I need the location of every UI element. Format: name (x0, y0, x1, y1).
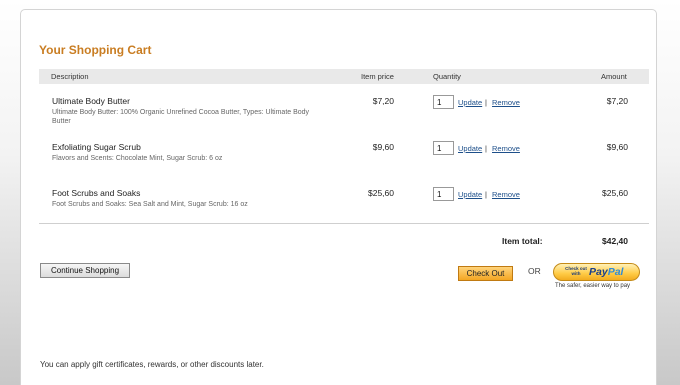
update-link[interactable]: Update (458, 190, 482, 199)
item-total-value: $42,40 (602, 236, 628, 246)
quantity-input[interactable] (433, 187, 454, 201)
update-link[interactable]: Update (458, 144, 482, 153)
item-name: Foot Scrubs and Soaks (52, 188, 141, 198)
update-link[interactable]: Update (458, 98, 482, 107)
item-amount: $25,60 (602, 188, 628, 198)
table-row: Ultimate Body Butter Ultimate Body Butte… (39, 95, 649, 135)
remove-link[interactable]: Remove (492, 190, 520, 199)
item-total-label: Item total: (502, 236, 543, 246)
item-name: Ultimate Body Butter (52, 96, 130, 106)
page-title: Your Shopping Cart (39, 43, 152, 57)
item-amount: $9,60 (606, 142, 628, 152)
item-amount: $7,20 (606, 96, 628, 106)
header-item-price: Item price (361, 72, 394, 81)
paypal-logo-pal: Pal (607, 266, 624, 278)
link-separator: | (485, 190, 487, 199)
quantity-input[interactable] (433, 141, 454, 155)
header-amount: Amount (601, 72, 627, 81)
link-separator: | (485, 98, 487, 107)
item-description: Foot Scrubs and Soaks: Sea Salt and Mint… (52, 201, 248, 208)
remove-link[interactable]: Remove (492, 98, 520, 107)
header-description: Description (51, 72, 89, 81)
paypal-tagline: The safer, easier way to pay (555, 283, 631, 289)
check-out-button[interactable]: Check Out (458, 266, 513, 281)
item-description: Ultimate Body Butter: 100% Organic Unref… (52, 109, 310, 125)
quantity-input[interactable] (433, 95, 454, 109)
item-price: $7,20 (372, 96, 394, 106)
paypal-logo: PayPal (589, 266, 623, 278)
divider (39, 223, 649, 224)
header-quantity: Quantity (433, 72, 461, 81)
item-description: Flavors and Scents: Chocolate Mint, Suga… (52, 155, 223, 162)
discount-note: You can apply gift certificates, rewards… (40, 360, 264, 369)
table-row: Foot Scrubs and Soaks Foot Scrubs and So… (39, 187, 649, 227)
paypal-logo-pay: Pay (589, 266, 608, 278)
link-separator: | (485, 144, 487, 153)
paypal-checkout-button[interactable]: Check out with PayPal (553, 263, 640, 281)
or-label: OR (528, 266, 541, 276)
item-name: Exfoliating Sugar Scrub (52, 142, 141, 152)
cart-table-header: Description Item price Quantity Amount (39, 69, 649, 84)
paypal-small-text: Check out with (565, 266, 587, 276)
item-price: $25,60 (368, 188, 394, 198)
table-row: Exfoliating Sugar Scrub Flavors and Scen… (39, 141, 649, 181)
item-price: $9,60 (372, 142, 394, 152)
continue-shopping-button[interactable]: Continue Shopping (40, 263, 130, 278)
remove-link[interactable]: Remove (492, 144, 520, 153)
